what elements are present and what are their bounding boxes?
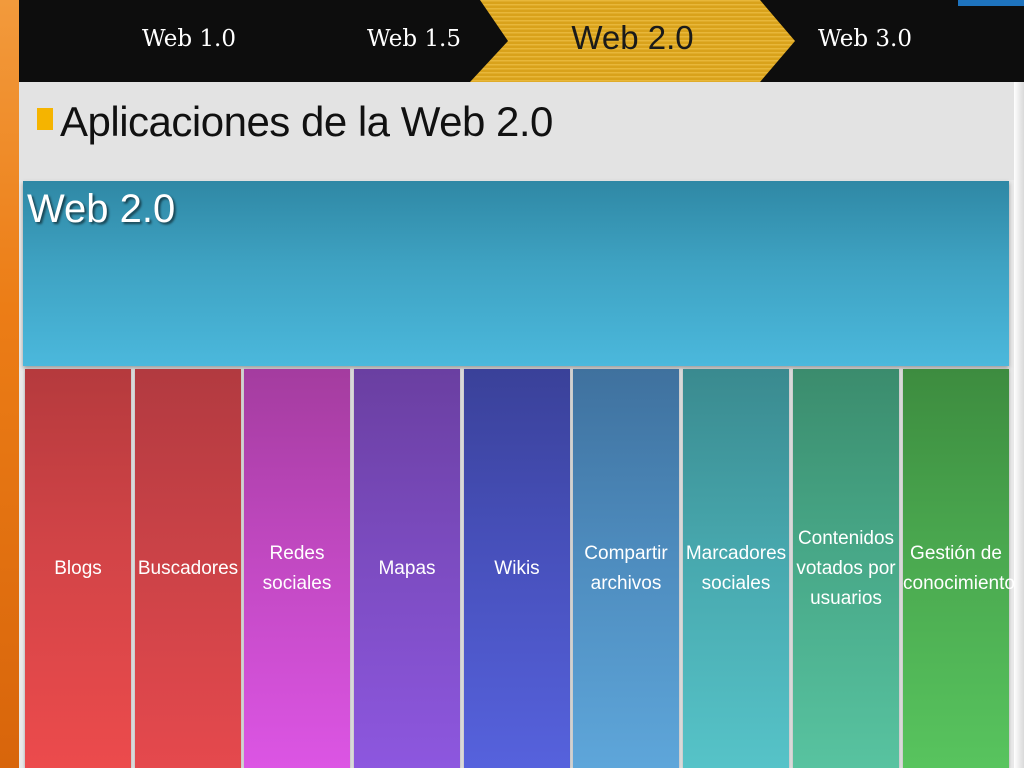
column-compartir-archivos: Compartir archivos (573, 369, 679, 768)
column-label: Mapas (378, 557, 436, 579)
slide: Web 1.0 Web 1.5 Web 2.0 Web 3.0 Aplicaci… (0, 0, 1024, 768)
column-label: Compartir archivos (584, 542, 668, 594)
nav-item-web-3-0[interactable]: Web 3.0 (818, 0, 912, 82)
column-redes-sociales: Redes sociales (244, 369, 350, 768)
column-buscadores: Buscadores (135, 369, 241, 768)
column-blogs: Blogs (25, 369, 131, 768)
column-contenidos-votados: Contenidos votados por usuarios (793, 369, 899, 768)
column-wikis: Wikis (464, 369, 570, 768)
nav-item-web-1-0[interactable]: Web 1.0 (142, 0, 236, 82)
diagram-root-label: Web 2.0 (27, 187, 176, 231)
column-marcadores-sociales: Marcadores sociales (683, 369, 789, 768)
nav-item-web-2-0[interactable]: Web 2.0 (470, 0, 795, 82)
column-label: Gestión de conocimiento (903, 542, 1015, 594)
diagram-root-box: Web 2.0 (23, 181, 1009, 366)
nav-item-web-1-5[interactable]: Web 1.5 (367, 0, 461, 82)
column-label: Buscadores (137, 557, 239, 579)
right-edge-shadow (1014, 82, 1024, 768)
corner-tab (958, 0, 1024, 6)
column-label: Contenidos votados por usuarios (796, 527, 896, 609)
bullet-square-icon (37, 108, 53, 130)
column-mapas: Mapas (354, 369, 460, 768)
side-accent-strip (0, 0, 19, 768)
diagram-columns: Blogs Buscadores Redes sociales Mapas Wi… (23, 369, 1015, 768)
column-gestion-conocimiento: Gestión de conocimiento (903, 369, 1015, 768)
column-label: Redes sociales (262, 542, 332, 594)
column-label: Blogs (54, 557, 102, 579)
column-label: Wikis (494, 557, 540, 579)
column-label: Marcadores sociales (685, 542, 787, 594)
page-title: Aplicaciones de la Web 2.0 (60, 98, 553, 145)
